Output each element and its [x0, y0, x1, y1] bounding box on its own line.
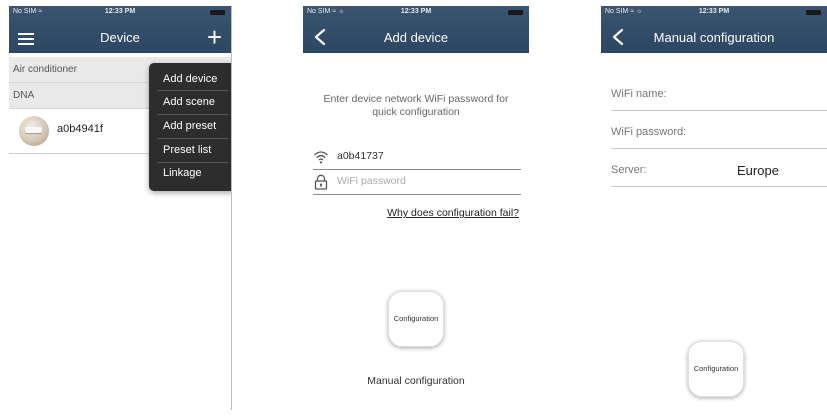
configuration-button[interactable]: Configuration — [688, 341, 744, 397]
battery-icon — [508, 10, 523, 15]
add-dropdown-menu: Add device Add scene Add preset Preset l… — [149, 63, 231, 191]
wifi-password-row[interactable]: WiFi password: — [611, 112, 827, 149]
nav-bar: No SIM ≈ ☼ 12:33 PM Manual configuration — [601, 6, 827, 53]
menu-item-add-device[interactable]: Add device — [163, 73, 217, 85]
menu-divider — [157, 162, 228, 163]
nav-bar: No SIM ≈ 12:33 PM Device + — [9, 6, 231, 53]
server-value[interactable]: Europe — [737, 163, 779, 178]
configuration-button[interactable]: Configuration — [388, 291, 444, 347]
wifi-name-value: a0b41737 — [337, 150, 384, 162]
wifi-password-placeholder: WiFi password — [337, 175, 406, 187]
menu-divider — [157, 138, 228, 139]
menu-item-preset-list[interactable]: Preset list — [163, 144, 211, 156]
menu-item-add-preset[interactable]: Add preset — [163, 120, 216, 132]
nav-bar: No SIM ≈ ☼ 12:33 PM Add device — [303, 6, 529, 53]
manual-configuration-screen: No SIM ≈ ☼ 12:33 PM Manual configuration… — [601, 6, 827, 410]
config-help-link[interactable]: Why does configuration fail? — [387, 207, 519, 219]
menu-item-add-scene[interactable]: Add scene — [163, 96, 215, 108]
wifi-password-label: WiFi password: — [611, 126, 687, 138]
wifi-name-label: WiFi name: — [611, 88, 667, 100]
status-bar: No SIM ≈ 12:33 PM — [9, 8, 231, 20]
device-avatar — [19, 116, 49, 146]
device-list-screen: No SIM ≈ 12:33 PM Device + Air condition… — [9, 6, 232, 410]
instruction-line: Enter device network WiFi password for — [323, 93, 509, 105]
device-name: a0b4941f — [57, 123, 103, 135]
clock-text: 12:33 PM — [698, 8, 730, 15]
page-title: Device — [100, 30, 140, 45]
menu-divider — [157, 114, 228, 115]
wifi-name-field[interactable]: a0b41737 — [313, 147, 521, 170]
wifi-name-row[interactable]: WiFi name: — [611, 74, 827, 111]
lock-icon — [314, 174, 328, 190]
page-title: Manual configuration — [653, 30, 775, 45]
clock-text: 12:33 PM — [104, 8, 136, 15]
instruction-text: Enter device network WiFi password for q… — [303, 93, 529, 119]
page-title: Add device — [383, 30, 449, 45]
group-label: DNA — [13, 90, 35, 101]
menu-item-linkage[interactable]: Linkage — [163, 167, 202, 179]
battery-icon — [806, 10, 821, 15]
instruction-line: quick configuration — [372, 106, 460, 118]
add-device-screen: No SIM ≈ ☼ 12:33 PM Add device Enter dev… — [303, 6, 529, 410]
server-label: Server: — [611, 164, 647, 176]
add-icon[interactable]: + — [207, 24, 222, 50]
group-label: Air conditioner — [13, 64, 77, 75]
server-row[interactable]: Server: Europe — [611, 150, 827, 187]
battery-icon — [210, 10, 225, 15]
menu-divider — [157, 90, 228, 91]
wifi-icon — [314, 151, 328, 164]
wifi-password-field[interactable]: WiFi password — [313, 172, 521, 195]
clock-text: 12:33 PM — [400, 8, 432, 15]
status-bar: No SIM ≈ ☼ 12:33 PM — [303, 8, 529, 20]
manual-configuration-link[interactable]: Manual configuration — [303, 375, 529, 387]
status-bar: No SIM ≈ ☼ 12:33 PM — [601, 8, 827, 20]
